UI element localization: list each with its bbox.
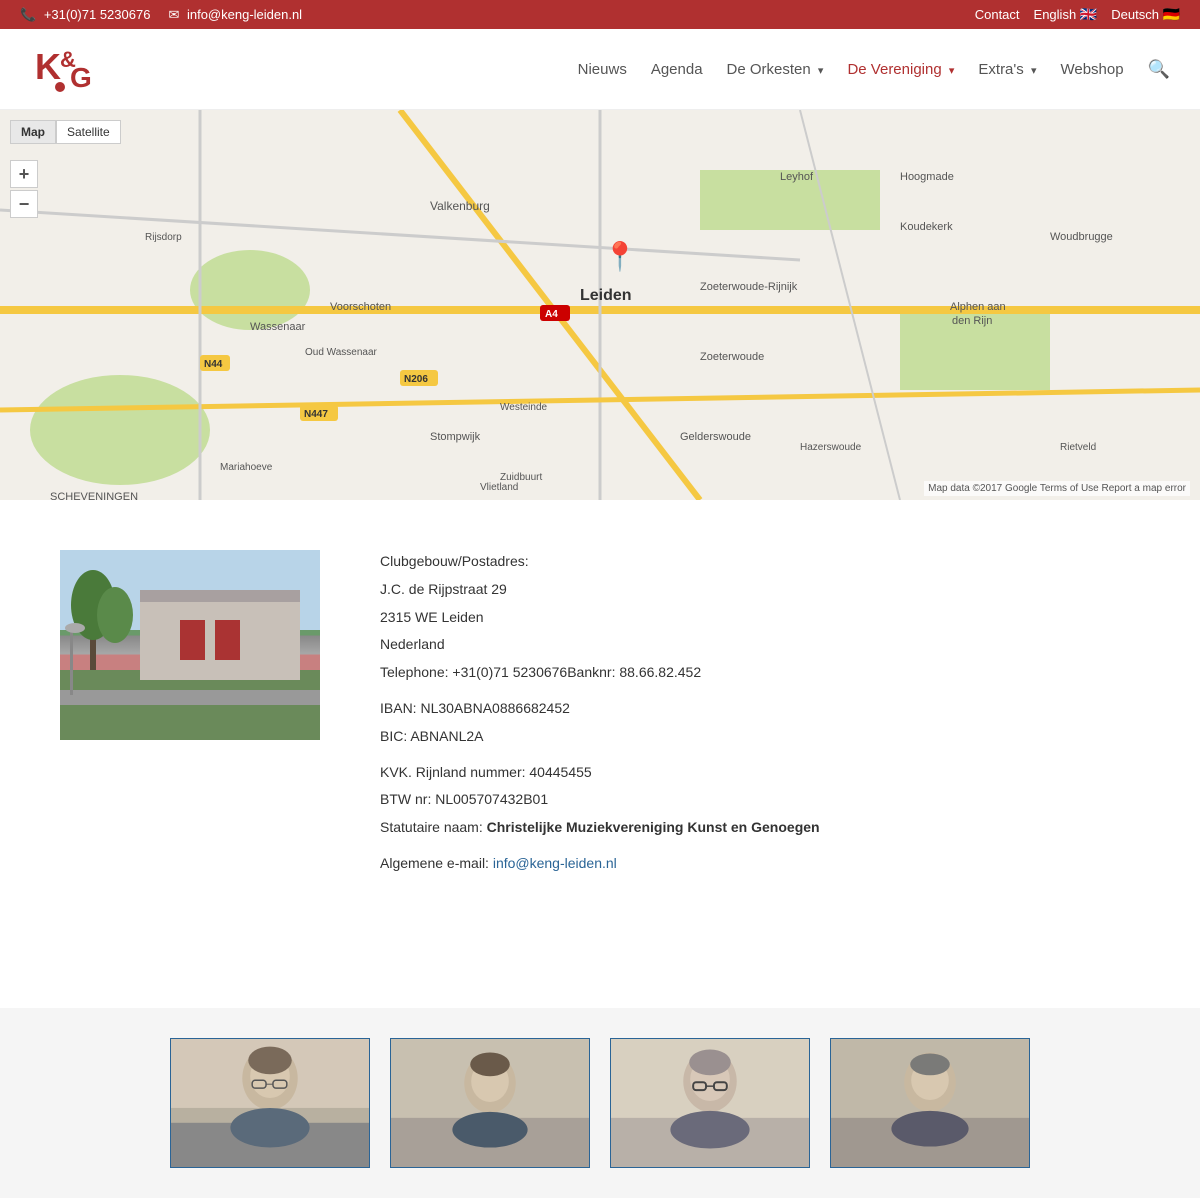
main-nav: Nieuws Agenda De Orkesten ▾ De Verenigin… — [578, 59, 1170, 80]
svg-text:Koudekerk: Koudekerk — [900, 221, 953, 233]
map-type-map-button[interactable]: Map — [10, 120, 56, 144]
svg-text:Rietveld: Rietveld — [1060, 442, 1096, 453]
address-country: Nederland — [380, 633, 1140, 657]
map-svg: A4 N206 N447 N44 Leiden Valkenburg Wasse… — [0, 110, 1200, 500]
english-link[interactable]: English 🇬🇧 — [1034, 6, 1098, 23]
deutsch-flag-icon: 🇩🇪 — [1163, 6, 1180, 22]
svg-text:Voorschoten: Voorschoten — [330, 301, 391, 313]
map-container: A4 N206 N447 N44 Leiden Valkenburg Wasse… — [0, 110, 1200, 500]
svg-text:SCHEVENINGEN: SCHEVENINGEN — [50, 491, 138, 500]
map-location-pin: 📍 — [603, 240, 638, 273]
svg-text:K: K — [35, 46, 61, 87]
chevron-down-icon: ▾ — [1031, 65, 1037, 77]
content-section: Clubgebouw/Postadres: J.C. de Rijpstraat… — [0, 500, 1200, 948]
map-type-satellite-button[interactable]: Satellite — [56, 120, 121, 144]
map-background: A4 N206 N447 N44 Leiden Valkenburg Wasse… — [0, 110, 1200, 500]
email-contact[interactable]: ✉ info@keng-leiden.nl — [168, 7, 302, 23]
svg-text:Woudbrugge: Woudbrugge — [1050, 231, 1113, 243]
statutory-line: Statutaire naam: Christelijke Muziekvere… — [380, 816, 1140, 840]
english-flag-icon: 🇬🇧 — [1080, 6, 1097, 22]
kvk-line: KVK. Rijnland nummer: 40445455 — [380, 761, 1140, 785]
kvk-block: KVK. Rijnland nummer: 40445455 BTW nr: N… — [380, 761, 1140, 840]
email-icon: ✉ — [168, 7, 179, 22]
building-svg — [60, 550, 320, 740]
svg-text:den Rijn: den Rijn — [952, 315, 992, 327]
chevron-down-icon: ▾ — [818, 65, 824, 77]
logo-container[interactable]: K & G — [30, 39, 100, 99]
building-photo — [60, 550, 320, 740]
address-heading: Clubgebouw/Postadres: — [380, 550, 1140, 574]
map-controls: + − — [10, 160, 38, 218]
svg-text:Stompwijk: Stompwijk — [430, 431, 481, 443]
building-image — [60, 550, 320, 740]
search-button[interactable]: 🔍 — [1148, 59, 1170, 80]
nav-de-orkesten[interactable]: De Orkesten ▾ — [727, 61, 824, 78]
svg-text:G: G — [70, 62, 92, 93]
svg-text:Hoogmade: Hoogmade — [900, 171, 954, 183]
svg-text:A4: A4 — [545, 309, 558, 320]
phone-contact[interactable]: 📞 +31(0)71 5230676 — [20, 7, 150, 23]
address-street: J.C. de Rijpstraat 29 — [380, 578, 1140, 602]
bic-line: BIC: ABNANL2A — [380, 725, 1140, 749]
nav-de-vereniging[interactable]: De Vereniging ▾ — [847, 61, 954, 78]
iban-block: IBAN: NL30ABNA0886682452 BIC: ABNANL2A — [380, 697, 1140, 749]
svg-text:Gelderswoude: Gelderswoude — [680, 431, 751, 443]
svg-text:Leiden: Leiden — [580, 287, 632, 304]
svg-text:Hazerswoude: Hazerswoude — [800, 442, 862, 453]
nav-webshop[interactable]: Webshop — [1060, 61, 1123, 78]
top-bar-right: Contact English 🇬🇧 Deutsch 🇩🇪 — [975, 6, 1180, 23]
address-block: Clubgebouw/Postadres: J.C. de Rijpstraat… — [380, 550, 1140, 685]
address-postal: 2315 WE Leiden — [380, 606, 1140, 630]
svg-text:Zoeterwoude: Zoeterwoude — [700, 351, 764, 363]
address-info: Clubgebouw/Postadres: J.C. de Rijpstraat… — [380, 550, 1140, 888]
svg-text:Rijsdorp: Rijsdorp — [145, 232, 182, 243]
nav-nieuws[interactable]: Nieuws — [578, 61, 627, 78]
svg-text:Zoeterwoude-Rijnijk: Zoeterwoude-Rijnijk — [700, 281, 798, 293]
svg-text:Westeinde: Westeinde — [500, 402, 548, 413]
svg-text:Valkenburg: Valkenburg — [430, 199, 490, 213]
nav-agenda[interactable]: Agenda — [651, 61, 703, 78]
svg-text:Oud Wassenaar: Oud Wassenaar — [305, 347, 378, 358]
nav-extras[interactable]: Extra's ▾ — [978, 61, 1036, 78]
svg-text:N206: N206 — [404, 374, 428, 385]
address-telephone: Telephone: +31(0)71 5230676Banknr: 88.66… — [380, 661, 1140, 685]
email-block: Algemene e-mail: info@keng-leiden.nl — [380, 852, 1140, 876]
chevron-down-icon: ▾ — [949, 65, 955, 77]
svg-text:Mariahoeve: Mariahoeve — [220, 462, 273, 473]
iban-line: IBAN: NL30ABNA0886682452 — [380, 697, 1140, 721]
svg-text:Wassenaar: Wassenaar — [250, 321, 306, 333]
deutsch-link[interactable]: Deutsch 🇩🇪 — [1111, 6, 1180, 23]
svg-text:N447: N447 — [304, 409, 328, 420]
main-header: K & G Nieuws Agenda De Orkesten ▾ De Ver… — [0, 29, 1200, 110]
contact-link[interactable]: Contact — [975, 7, 1020, 22]
map-zoom-in-button[interactable]: + — [10, 160, 38, 188]
svg-text:Alphen aan: Alphen aan — [950, 301, 1006, 313]
map-zoom-out-button[interactable]: − — [10, 190, 38, 218]
map-type-buttons: Map Satellite — [10, 120, 121, 144]
email-line: Algemene e-mail: info@keng-leiden.nl — [380, 852, 1140, 876]
site-logo: K & G — [30, 39, 100, 99]
top-bar: 📞 +31(0)71 5230676 ✉ info@keng-leiden.nl… — [0, 0, 1200, 29]
top-bar-left: 📞 +31(0)71 5230676 ✉ info@keng-leiden.nl — [20, 7, 302, 23]
svg-text:Vlietland: Vlietland — [480, 482, 518, 493]
phone-icon: 📞 — [20, 7, 36, 22]
email-link[interactable]: info@keng-leiden.nl — [493, 855, 617, 871]
svg-text:Leyhof: Leyhof — [780, 171, 814, 183]
spacer — [0, 948, 1200, 1008]
statutory-name: Christelijke Muziekvereniging Kunst en G… — [487, 819, 820, 835]
btw-line: BTW nr: NL005707432B01 — [380, 788, 1140, 812]
svg-text:N44: N44 — [204, 359, 223, 370]
map-attribution: Map data ©2017 Google Terms of Use Repor… — [924, 481, 1190, 496]
